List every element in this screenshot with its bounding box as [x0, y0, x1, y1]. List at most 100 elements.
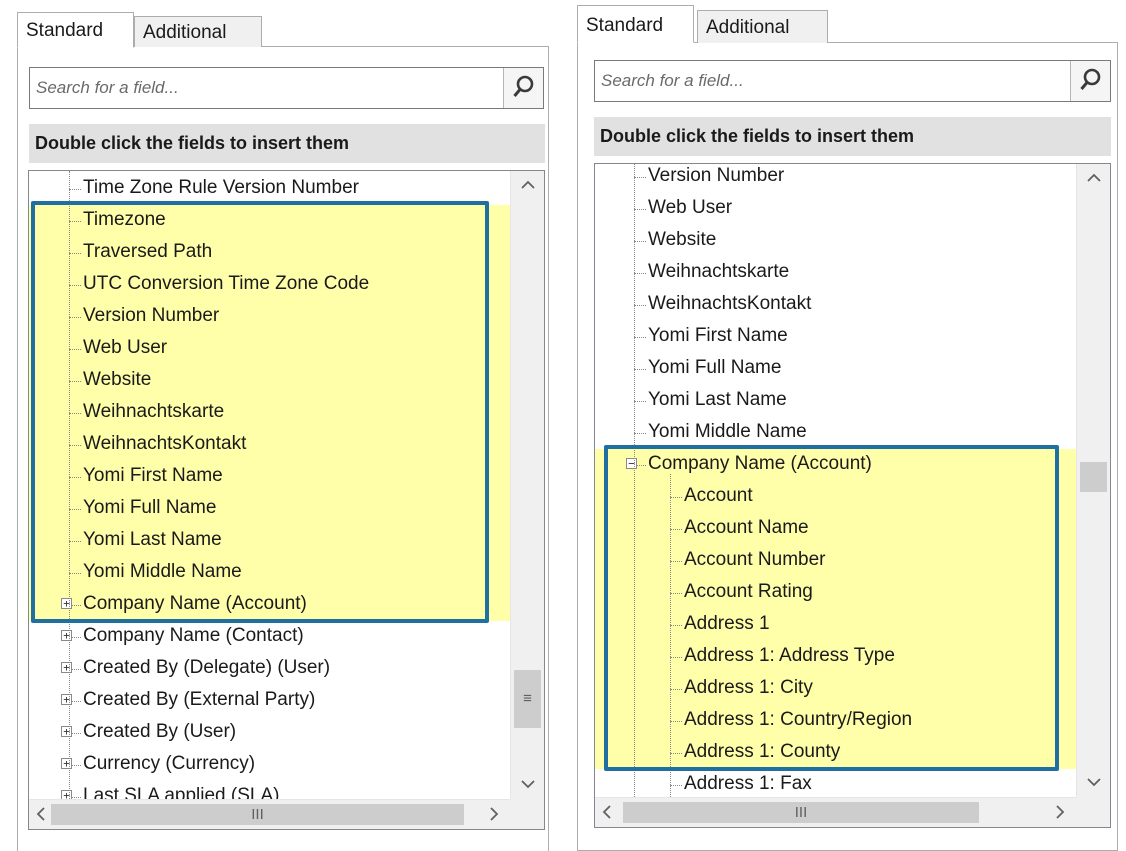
right-search-button[interactable] [1070, 61, 1110, 101]
tree-item-label: Address 1: Address Type [684, 645, 895, 666]
tree-field-item[interactable]: Time Zone Rule Version Number [29, 173, 510, 205]
tree-field-item[interactable]: WeihnachtsKontakt [29, 429, 510, 461]
tree-node-expandable[interactable]: − Company Name (Account) [595, 449, 1076, 481]
tree-item-label: Company Name (Account) [83, 593, 307, 614]
right-hscroll-thumb[interactable]: III [623, 802, 979, 823]
tree-connector [634, 177, 646, 178]
scroll-grip-icon: III [794, 804, 808, 821]
plus-expander-icon[interactable]: + [61, 758, 72, 769]
scroll-grip-icon: III [251, 806, 264, 823]
tree-field-item[interactable]: Yomi Full Name [595, 353, 1076, 385]
tree-connector [634, 369, 646, 370]
tree-item-label: Website [648, 229, 717, 250]
plus-expander-icon[interactable]: + [61, 598, 72, 609]
chevron-up-icon[interactable] [511, 177, 544, 195]
tree-field-item[interactable]: Account Name [595, 513, 1076, 545]
left-horizontal-scrollbar[interactable]: III [29, 799, 510, 829]
plus-expander-icon[interactable]: + [61, 726, 72, 737]
left-hscroll-thumb[interactable]: III [51, 804, 464, 825]
tree-node-expandable[interactable]: + Currency (Currency) [29, 749, 510, 781]
tree-node-expandable[interactable]: + Company Name (Account) [29, 589, 510, 621]
right-field-tree[interactable]: Version Number Web User Website Weihnachtsk… [594, 163, 1111, 828]
tree-field-item[interactable]: Web User [595, 193, 1076, 225]
tree-item-label: Address 1: Country/Region [684, 709, 913, 730]
tree-field-item[interactable]: Account [595, 481, 1076, 513]
chevron-left-icon[interactable] [599, 804, 615, 825]
left-search-button[interactable] [503, 68, 543, 108]
chevron-down-icon[interactable] [511, 777, 544, 795]
chevron-right-icon[interactable] [1052, 804, 1068, 825]
tab-standard-right[interactable]: Standard [577, 5, 694, 43]
right-insert-hint: Double click the fields to insert them [594, 117, 1111, 156]
tree-node-expandable[interactable]: + Created By (Delegate) (User) [29, 653, 510, 685]
tree-field-item[interactable]: Website [595, 225, 1076, 257]
tree-field-item[interactable]: Version Number [595, 164, 1076, 193]
right-horizontal-scrollbar[interactable]: III [595, 797, 1076, 827]
tree-field-item[interactable]: Account Rating [595, 577, 1076, 609]
tree-field-item[interactable]: Yomi First Name [595, 321, 1076, 353]
tree-field-item[interactable]: Address 1: Country/Region [595, 705, 1076, 737]
tree-field-item[interactable]: Address 1: City [595, 673, 1076, 705]
tab-additional-right[interactable]: Additional [697, 10, 828, 43]
tree-field-item[interactable]: Yomi Last Name [29, 525, 510, 557]
tree-connector [634, 433, 646, 434]
tab-standard-left[interactable]: Standard [17, 12, 134, 48]
tree-field-item[interactable]: Yomi Middle Name [595, 417, 1076, 449]
tree-field-item[interactable]: Timezone [29, 205, 510, 237]
tree-field-item[interactable]: UTC Conversion Time Zone Code [29, 269, 510, 301]
chevron-down-icon[interactable] [1077, 775, 1110, 793]
tree-field-item[interactable]: Website [29, 365, 510, 397]
tree-item-label: Created By (User) [83, 721, 237, 742]
tree-field-item[interactable]: Weihnachtskarte [29, 397, 510, 429]
tree-item-label: Company Name (Contact) [83, 625, 304, 646]
tree-node-expandable[interactable]: + Created By (External Party) [29, 685, 510, 717]
tree-node-expandable[interactable]: + Company Name (Contact) [29, 621, 510, 653]
left-vertical-scrollbar[interactable]: ≡ [510, 171, 544, 799]
tree-field-item[interactable]: Web User [29, 333, 510, 365]
tree-connector [69, 573, 81, 574]
tree-connector [634, 305, 646, 306]
tree-item-label: Yomi First Name [648, 325, 788, 346]
tree-field-item[interactable]: Version Number [29, 301, 510, 333]
tab-additional-left[interactable]: Additional [134, 16, 262, 47]
plus-expander-icon[interactable]: + [61, 630, 72, 641]
chevron-left-icon[interactable] [33, 806, 49, 827]
tab-label: Additional [143, 22, 227, 43]
tree-field-item[interactable]: Yomi First Name [29, 461, 510, 493]
tree-field-item[interactable]: Address 1: Address Type [595, 641, 1076, 673]
chevron-up-icon[interactable] [1077, 170, 1110, 188]
tree-field-item[interactable]: Account Number [595, 545, 1076, 577]
tab-label: Standard [26, 20, 104, 41]
tree-guide-line [69, 171, 70, 799]
chevron-right-icon[interactable] [486, 806, 502, 827]
tree-item-label: Currency (Currency) [83, 753, 256, 774]
tree-field-item[interactable]: Traversed Path [29, 237, 510, 269]
plus-expander-icon[interactable]: + [61, 662, 72, 673]
left-scroll-thumb[interactable]: ≡ [514, 670, 541, 728]
tree-field-item[interactable]: Address 1: County [595, 737, 1076, 769]
tree-node-expandable[interactable]: + Created By (User) [29, 717, 510, 749]
tree-connector [69, 413, 81, 414]
tree-field-item[interactable]: Yomi Last Name [595, 385, 1076, 417]
tree-guide-line [670, 474, 671, 797]
left-field-tree[interactable]: Time Zone Rule Version Number Timezone Tra… [28, 170, 545, 830]
tree-connector [69, 253, 81, 254]
right-search-input[interactable] [597, 63, 1068, 99]
left-search-input[interactable] [32, 70, 501, 106]
minus-expander-icon[interactable]: − [626, 458, 637, 469]
plus-expander-icon[interactable]: + [61, 694, 72, 705]
left-insert-hint: Double click the fields to insert them [29, 124, 545, 163]
right-vertical-scrollbar[interactable] [1076, 164, 1110, 797]
tree-field-item[interactable]: Yomi Full Name [29, 493, 510, 525]
tree-item-label: Version Number [83, 305, 220, 326]
tree-item-label: Web User [648, 197, 733, 218]
tree-item-label: UTC Conversion Time Zone Code [83, 273, 370, 294]
tree-guide-line [634, 164, 635, 797]
tree-field-item[interactable]: Yomi Middle Name [29, 557, 510, 589]
scroll-corner [510, 799, 544, 829]
tree-field-item[interactable]: Address 1 [595, 609, 1076, 641]
tree-field-item[interactable]: Weihnachtskarte [595, 257, 1076, 289]
right-scroll-thumb[interactable] [1080, 462, 1107, 492]
tree-field-item[interactable]: WeihnachtsKontakt [595, 289, 1076, 321]
tree-item-label: Timezone [83, 209, 166, 230]
